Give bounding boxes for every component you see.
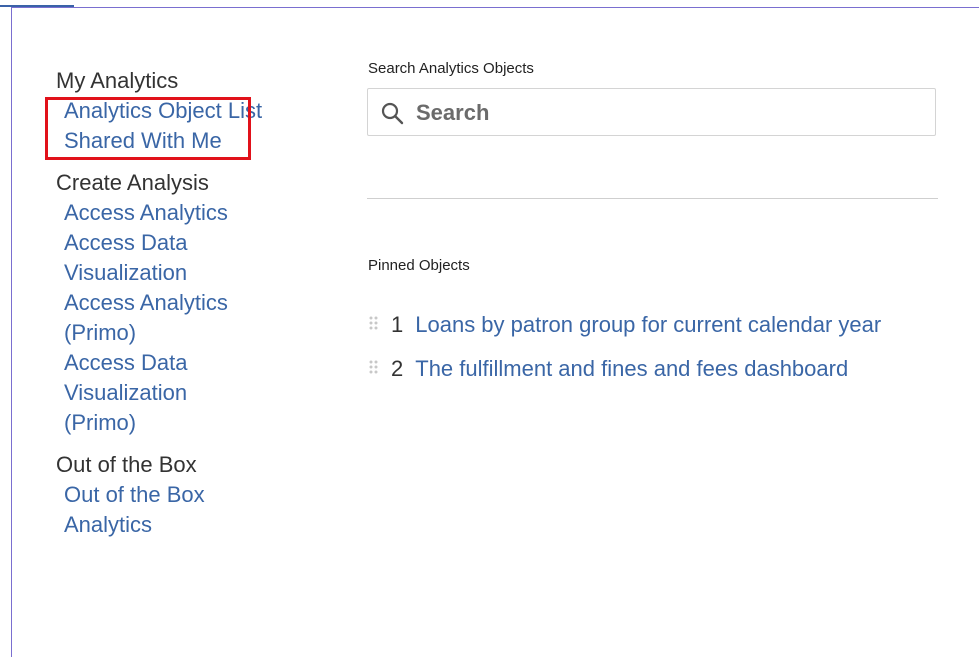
drag-handle-icon[interactable] xyxy=(367,359,381,380)
access-analytics-primo-link[interactable]: Access Analytics (Primo) xyxy=(64,288,254,348)
out-of-the-box-group: Out of the Box Out of the Box Analytics xyxy=(56,450,266,540)
pinned-item-number: 2 xyxy=(391,356,404,381)
analytics-object-list-link[interactable]: Analytics Object List xyxy=(64,96,266,126)
my-analytics-group: My Analytics Analytics Object List Share… xyxy=(56,66,266,156)
create-analysis-heading: Create Analysis xyxy=(56,170,209,195)
drag-handle-icon[interactable] xyxy=(367,315,381,336)
active-tab-indicator xyxy=(0,0,74,7)
search-input[interactable] xyxy=(414,95,918,131)
divider xyxy=(367,198,938,199)
search-icon xyxy=(381,102,404,125)
pinned-item-link[interactable]: Loans by patron group for current calend… xyxy=(415,312,881,338)
search-box[interactable] xyxy=(367,88,936,136)
pinned-objects-label: Pinned Objects xyxy=(368,257,470,274)
shared-with-me-link[interactable]: Shared With Me xyxy=(64,126,266,156)
search-label: Search Analytics Objects xyxy=(368,60,534,77)
pinned-item-link[interactable]: The fulfillment and fines and fees dashb… xyxy=(415,356,848,382)
access-data-visualization-link[interactable]: Access Data Visualization xyxy=(64,228,224,288)
access-data-visualization-primo-link[interactable]: Access Data Visualization (Primo) xyxy=(64,348,224,438)
pinned-item: 1 Loans by patron group for current cale… xyxy=(367,303,938,347)
pinned-item: 2 The fulfillment and fines and fees das… xyxy=(367,347,938,391)
out-of-the-box-analytics-link[interactable]: Out of the Box Analytics xyxy=(64,480,234,540)
create-analysis-group: Create Analysis Access Analytics Access … xyxy=(56,168,266,438)
out-of-the-box-heading: Out of the Box xyxy=(56,452,197,477)
pinned-objects-list: 1 Loans by patron group for current cale… xyxy=(367,303,938,391)
analytics-sidebar: My Analytics Analytics Object List Share… xyxy=(56,66,266,552)
my-analytics-heading: My Analytics xyxy=(56,68,179,93)
access-analytics-link[interactable]: Access Analytics xyxy=(64,198,266,228)
pinned-item-number: 1 xyxy=(391,312,404,337)
main-panel: Search Analytics Objects Pinned Objects … xyxy=(367,60,938,391)
